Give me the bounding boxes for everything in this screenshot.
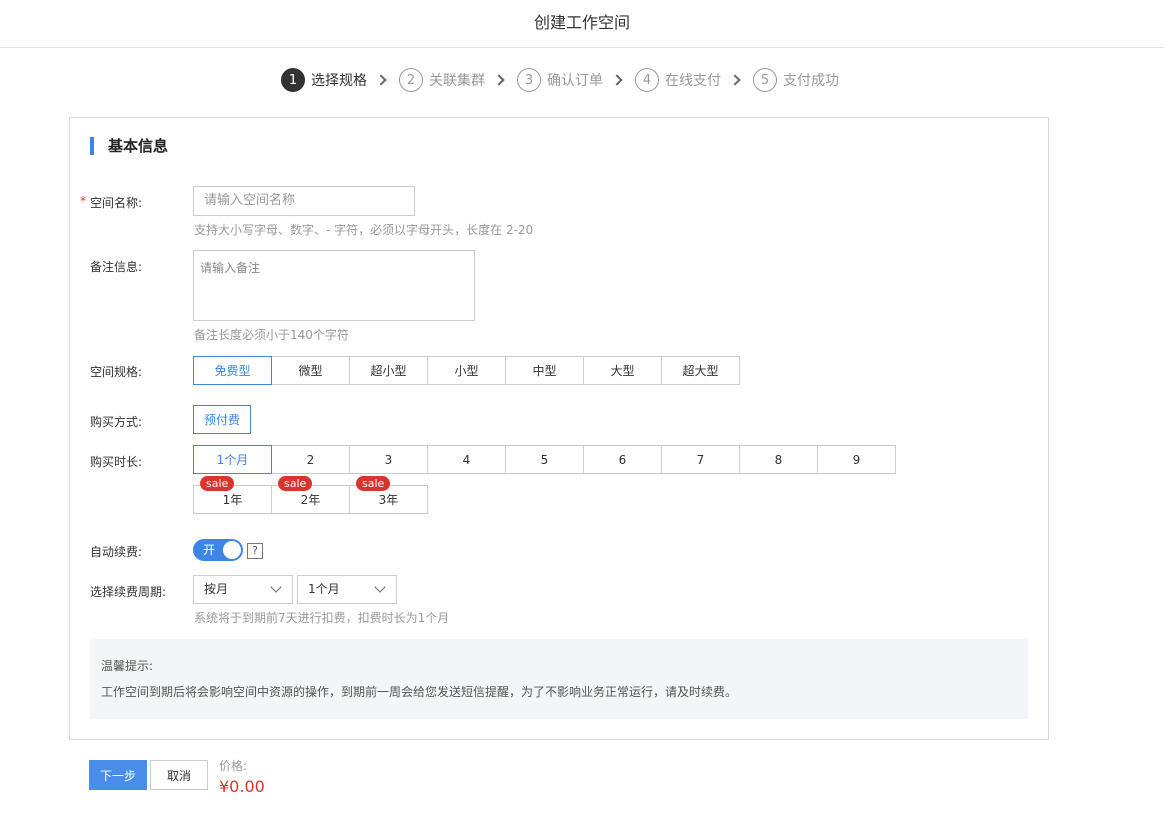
chevron-right-icon <box>611 74 623 86</box>
space-name-hint: 支持大小写字母、数字、- 字符，必须以字母开头，长度在 2-20 <box>194 223 534 237</box>
space-name-label: * 空间名称: <box>80 194 143 211</box>
price-label: 价格: <box>219 759 248 773</box>
spec-option-medium[interactable]: 中型 <box>505 356 584 385</box>
renew-cycle-label: 选择续费周期: <box>90 585 167 599</box>
chevron-right-icon <box>729 74 741 86</box>
remark-textarea[interactable]: 请输入备注 <box>193 250 475 321</box>
renew-cycle-hint: 系统将于到期前7天进行扣费，扣费时长为1个月 <box>194 611 450 625</box>
section-title: 基本信息 <box>90 137 168 155</box>
notice-body: 工作空间到期后将会影响空间中资源的操作，到期前一周会给您发送短信提醒，为了不影响… <box>101 685 738 699</box>
remark-hint: 备注长度必须小于140个字符 <box>194 328 349 342</box>
duration-option-6[interactable]: 6 <box>583 445 662 474</box>
spec-option-xsmall[interactable]: 超小型 <box>349 356 428 385</box>
duration-option-1-year[interactable]: sale 1年 <box>193 476 272 514</box>
cancel-button[interactable]: 取消 <box>150 760 208 790</box>
duration-year-label: 2年 <box>300 493 321 507</box>
remark-label: 备注信息: <box>90 260 143 274</box>
step-label: 确认订单 <box>547 73 603 89</box>
step-1: 1 选择规格 <box>281 68 367 92</box>
step-label: 在线支付 <box>665 73 721 89</box>
spec-option-xlarge[interactable]: 超大型 <box>661 356 740 385</box>
step-number: 2 <box>399 68 423 92</box>
spec-option-micro[interactable]: 微型 <box>271 356 350 385</box>
duration-option-5[interactable]: 5 <box>505 445 584 474</box>
duration-option-8[interactable]: 8 <box>739 445 818 474</box>
duration-year-label: 1年 <box>222 493 243 507</box>
auto-renew-toggle[interactable]: 开 <box>193 539 243 561</box>
space-name-placeholder: 请输入空间名称 <box>204 193 296 208</box>
renew-unit-select[interactable]: 按月 <box>193 575 293 604</box>
sale-badge: sale <box>278 476 313 491</box>
help-icon[interactable]: ? <box>247 543 263 559</box>
sale-badge: sale <box>200 476 235 491</box>
chevron-down-icon <box>374 581 386 593</box>
page-header: 创建工作空间 <box>0 0 1164 48</box>
price-value: ¥0.00 <box>219 777 265 796</box>
next-step-button[interactable]: 下一步 <box>89 760 147 790</box>
spec-option-small[interactable]: 小型 <box>427 356 506 385</box>
duration-option-3-year[interactable]: sale 3年 <box>349 476 428 514</box>
duration-option-1-month[interactable]: 1个月 <box>193 445 272 474</box>
space-name-label-text: 空间名称: <box>90 196 143 210</box>
space-name-input[interactable]: 请输入空间名称 <box>193 186 415 216</box>
auto-renew-label: 自动续费: <box>90 545 143 559</box>
step-2: 2 关联集群 <box>399 68 485 92</box>
spec-option-free[interactable]: 免费型 <box>193 356 272 385</box>
toggle-text: 开 <box>203 543 216 557</box>
purchase-method-label: 购买方式: <box>90 415 143 429</box>
basic-info-panel: 基本信息 * 空间名称: 请输入空间名称 支持大小写字母、数字、- 字符，必须以… <box>69 117 1049 740</box>
step-number: 5 <box>753 68 777 92</box>
step-number: 3 <box>517 68 541 92</box>
remark-placeholder: 请输入备注 <box>200 261 261 275</box>
chevron-right-icon <box>493 74 505 86</box>
step-4: 4 在线支付 <box>635 68 721 92</box>
chevron-right-icon <box>375 74 387 86</box>
notice-title: 温馨提示: <box>101 659 154 673</box>
required-mark: * <box>80 194 86 208</box>
renew-period-select[interactable]: 1个月 <box>297 575 397 604</box>
step-number: 4 <box>635 68 659 92</box>
renew-period-value: 1个月 <box>308 582 340 596</box>
spec-options: 免费型 微型 超小型 小型 中型 大型 超大型 <box>193 356 740 385</box>
step-number: 1 <box>281 68 305 92</box>
duration-option-3[interactable]: 3 <box>349 445 428 474</box>
step-3: 3 确认订单 <box>517 68 603 92</box>
duration-year-label: 3年 <box>378 493 399 507</box>
duration-option-7[interactable]: 7 <box>661 445 740 474</box>
step-label: 选择规格 <box>311 73 367 89</box>
notice-box: 温馨提示: 工作空间到期后将会影响空间中资源的操作，到期前一周会给您发送短信提醒… <box>90 639 1028 719</box>
duration-option-9[interactable]: 9 <box>817 445 896 474</box>
renew-unit-value: 按月 <box>204 582 229 596</box>
step-label: 关联集群 <box>429 73 485 89</box>
spec-label: 空间规格: <box>90 365 143 379</box>
duration-option-2[interactable]: 2 <box>271 445 350 474</box>
step-indicator: 1 选择规格 2 关联集群 3 确认订单 4 在线支付 5 支付成功 <box>281 68 839 92</box>
duration-option-4[interactable]: 4 <box>427 445 506 474</box>
step-5: 5 支付成功 <box>753 68 839 92</box>
duration-years: sale 1年 sale 2年 sale 3年 <box>193 476 428 514</box>
duration-label: 购买时长: <box>90 455 143 469</box>
page-title: 创建工作空间 <box>533 13 630 32</box>
step-label: 支付成功 <box>783 73 839 89</box>
spec-option-large[interactable]: 大型 <box>583 356 662 385</box>
chevron-down-icon <box>270 581 282 593</box>
sale-badge: sale <box>356 476 391 491</box>
toggle-knob <box>223 541 241 559</box>
prepaid-option[interactable]: 预付费 <box>193 405 252 434</box>
duration-months: 1个月 2 3 4 5 6 7 8 9 <box>193 445 896 474</box>
duration-option-2-year[interactable]: sale 2年 <box>271 476 350 514</box>
